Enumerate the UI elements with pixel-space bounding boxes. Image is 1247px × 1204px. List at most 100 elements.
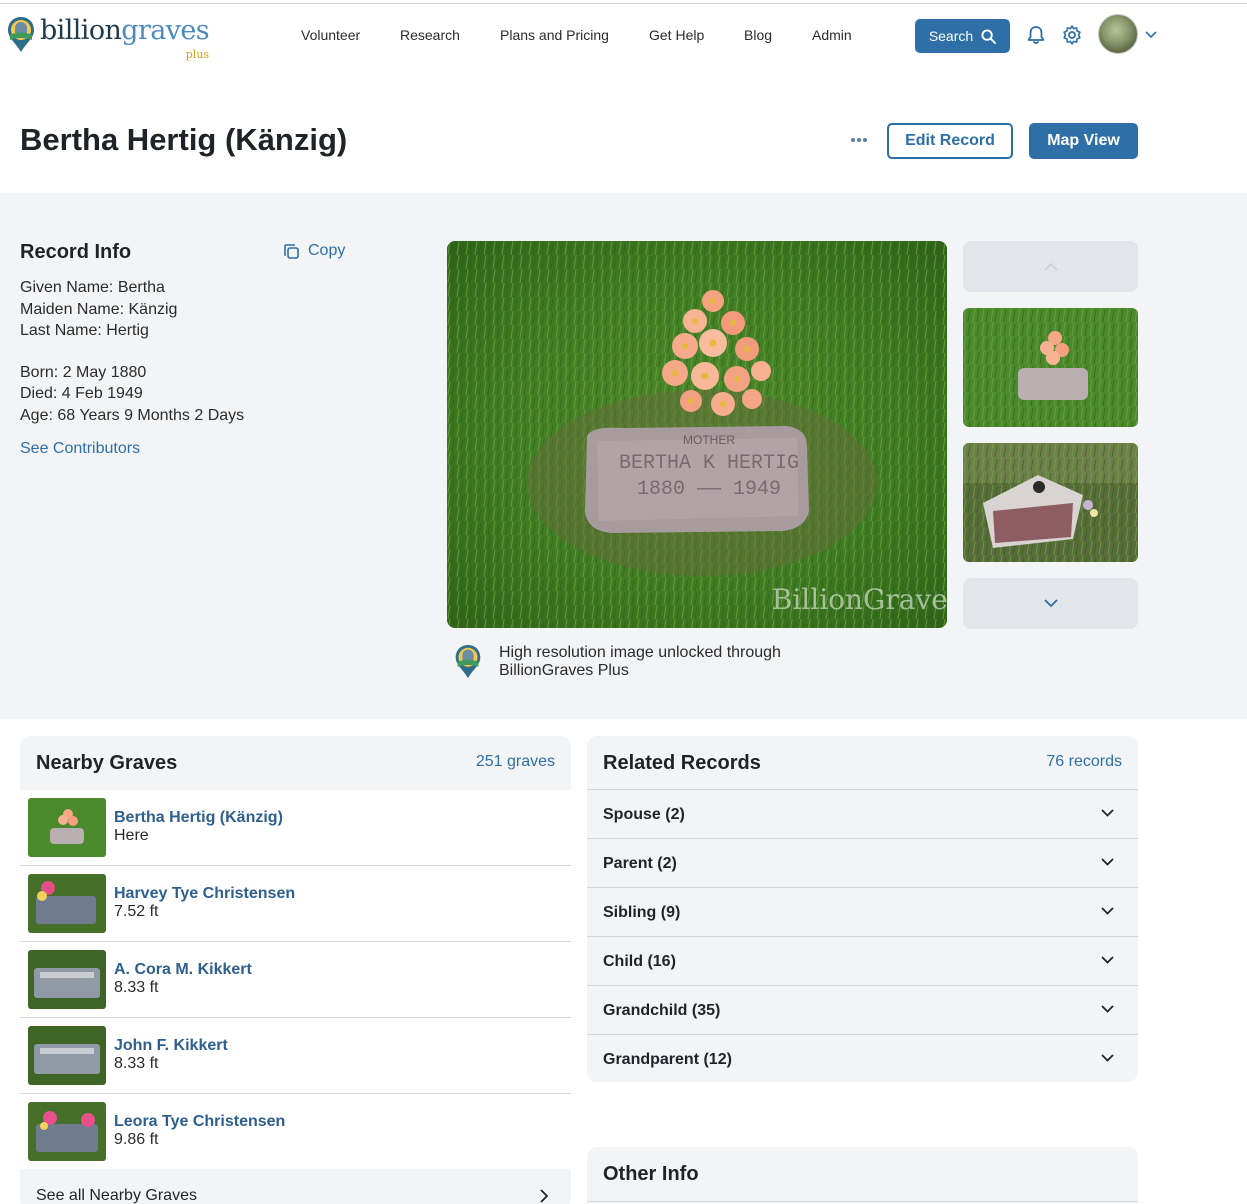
nearby-graves-title: Nearby Graves [36, 752, 178, 774]
map-view-button[interactable]: Map View [1029, 123, 1138, 159]
grave-name[interactable]: Leora Tye Christensen [114, 1113, 285, 1131]
grave-thumbnail [28, 874, 106, 933]
related-spouse[interactable]: Spouse (2) [587, 789, 1138, 838]
other-info-title: Other Info [603, 1163, 699, 1185]
stone-line2: BERTHA K HERTIG [619, 452, 799, 475]
related-records-title: Related Records [603, 752, 761, 774]
copy-icon [284, 243, 299, 259]
nearby-grave-row[interactable]: A. Cora M. Kikkert 8.33 ft [20, 942, 571, 1018]
related-sibling[interactable]: Sibling (9) [587, 887, 1138, 936]
logo-icon [8, 17, 34, 52]
photo-watermark: BillionGraves [772, 583, 947, 616]
death-date: Died: 4 Feb 1949 [20, 385, 143, 402]
grave-name[interactable]: Harvey Tye Christensen [114, 885, 295, 903]
chevron-right-icon [540, 1189, 549, 1203]
grave-distance: 8.33 ft [114, 1055, 159, 1072]
grave-name[interactable]: John F. Kikkert [114, 1037, 228, 1055]
see-all-nearby-graves[interactable]: See all Nearby Graves [20, 1169, 571, 1204]
thumbnail-image-2 [963, 443, 1138, 562]
related-grandparent[interactable]: Grandparent (12) [587, 1034, 1138, 1083]
copy-button[interactable]: Copy [283, 242, 345, 260]
grave-name[interactable]: A. Cora M. Kikkert [114, 961, 252, 979]
birth-date: Born: 2 May 1880 [20, 364, 147, 381]
chevron-down-icon [1101, 1005, 1114, 1013]
related-records-panel: Related Records 76 records Spouse (2) Pa… [587, 736, 1138, 1082]
logo-billion: billion [40, 15, 122, 46]
nearby-grave-row[interactable]: Harvey Tye Christensen 7.52 ft [20, 866, 571, 942]
stone-line3: 1880 —— 1949 [637, 478, 781, 501]
copy-label: Copy [308, 242, 346, 259]
billiongraves-plus-icon [455, 644, 481, 679]
record-info-title: Record Info [20, 241, 132, 263]
related-label: Child (16) [603, 953, 676, 970]
bell-icon[interactable] [1025, 24, 1047, 46]
site-logo[interactable]: billiongraves plus [6, 15, 210, 62]
related-label: Grandparent (12) [603, 1051, 732, 1068]
related-label: Parent (2) [603, 855, 677, 872]
page-title: Bertha Hertig (Känzig) [20, 122, 348, 157]
grave-name[interactable]: Bertha Hertig (Känzig) [114, 809, 283, 827]
grave-distance: Here [114, 827, 149, 844]
chevron-down-icon [1101, 956, 1114, 964]
chevron-down-icon [1101, 907, 1114, 915]
user-avatar[interactable] [1098, 14, 1138, 54]
see-contributors-link[interactable]: See Contributors [20, 440, 140, 458]
given-name: Given Name: Bertha [20, 279, 165, 296]
thumbnail-image-1 [963, 308, 1138, 427]
maiden-name: Maiden Name: Känzig [20, 301, 178, 318]
related-label: Sibling (9) [603, 904, 681, 921]
nav-admin[interactable]: Admin [812, 27, 852, 43]
last-name: Last Name: Hertig [20, 322, 149, 339]
nearby-grave-row[interactable]: John F. Kikkert 8.33 ft [20, 1018, 571, 1094]
chevron-up-icon [1043, 262, 1058, 271]
grave-thumbnail [28, 1026, 106, 1085]
gear-icon[interactable] [1061, 24, 1083, 46]
nav-plans-pricing[interactable]: Plans and Pricing [500, 27, 609, 43]
search-icon [981, 28, 997, 44]
nearby-graves-header: Nearby Graves 251 graves [20, 736, 571, 790]
related-child[interactable]: Child (16) [587, 936, 1138, 985]
see-all-label: See all Nearby Graves [36, 1187, 197, 1204]
nav-volunteer[interactable]: Volunteer [301, 27, 360, 43]
nearby-grave-row[interactable]: Leora Tye Christensen 9.86 ft [20, 1094, 571, 1170]
grave-thumbnail [28, 950, 106, 1009]
related-records-count[interactable]: 76 records [1046, 753, 1122, 771]
chevron-down-icon [1101, 809, 1114, 817]
thumbnail-scroll-down[interactable] [963, 578, 1138, 629]
logo-plus: plus [185, 48, 210, 61]
related-label: Grandchild (35) [603, 1002, 721, 1019]
site-header: billiongraves plus Volunteer Research Pl… [0, 4, 1247, 66]
nearby-graves-count[interactable]: 251 graves [476, 753, 555, 771]
thumbnail-scroll-up[interactable] [963, 241, 1138, 292]
thumbnail-photo-2[interactable] [963, 443, 1138, 562]
grave-distance: 8.33 ft [114, 979, 159, 996]
edit-record-button[interactable]: Edit Record [887, 123, 1013, 159]
grave-distance: 7.52 ft [114, 903, 159, 920]
other-info-panel: Other Info [587, 1147, 1138, 1204]
grave-thumbnail [28, 1102, 106, 1161]
nav-research[interactable]: Research [400, 27, 460, 43]
chevron-down-icon [1101, 858, 1114, 866]
hires-notice: High resolution image unlocked through B… [453, 644, 799, 680]
more-options-icon[interactable] [846, 130, 872, 150]
search-button[interactable]: Search [915, 19, 1010, 53]
hires-text: High resolution image unlocked through B… [499, 644, 781, 679]
nav-get-help[interactable]: Get Help [649, 27, 704, 43]
main-headstone-photo[interactable]: MOTHER BERTHA K HERTIG 1880 —— 1949 Bill… [447, 241, 947, 628]
thumbnail-photo-1[interactable] [963, 308, 1138, 427]
search-button-label: Search [928, 28, 974, 44]
stone-line1: MOTHER [683, 433, 735, 447]
related-label: Spouse (2) [603, 806, 685, 823]
nearby-grave-row[interactable]: Bertha Hertig (Känzig) Here [20, 790, 571, 866]
headstone-image: MOTHER BERTHA K HERTIG 1880 —— 1949 Bill… [447, 241, 947, 628]
grave-distance: 9.86 ft [114, 1131, 159, 1148]
chevron-down-icon [1043, 599, 1058, 608]
chevron-down-icon [1101, 1054, 1114, 1062]
chevron-down-icon[interactable] [1145, 31, 1157, 39]
logo-wordmark: billiongraves plus [40, 15, 210, 62]
other-info-divider [587, 1201, 1138, 1202]
related-parent[interactable]: Parent (2) [587, 838, 1138, 887]
age: Age: 68 Years 9 Months 2 Days [20, 407, 245, 424]
related-grandchild[interactable]: Grandchild (35) [587, 985, 1138, 1034]
nav-blog[interactable]: Blog [744, 27, 772, 43]
